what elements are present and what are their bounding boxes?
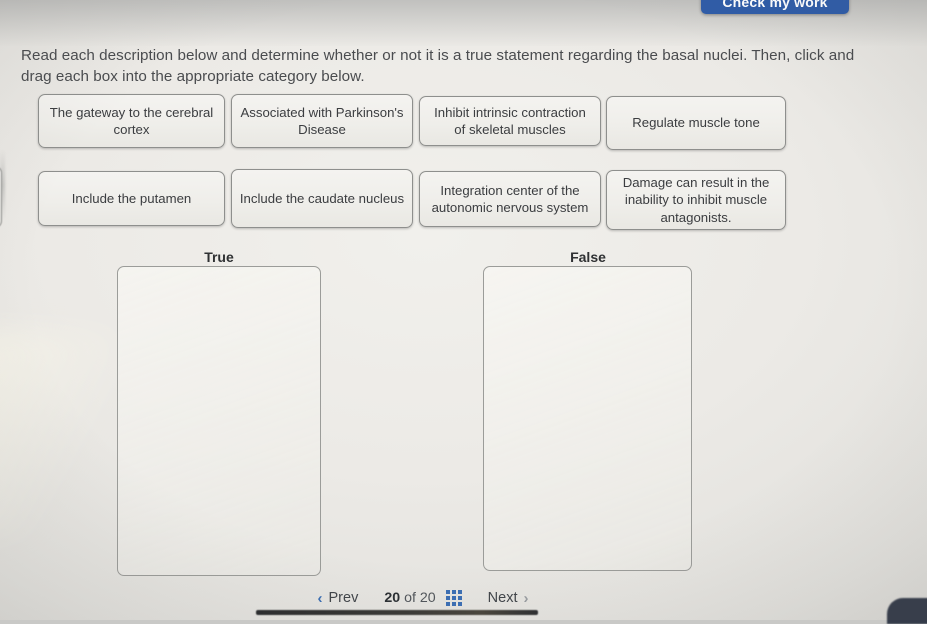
chevron-left-icon: ‹ [317,589,323,607]
next-button[interactable]: Next › [462,590,529,607]
of-label: of [404,590,416,606]
page-counter: 20 of 20 [384,590,445,606]
screen-glare-left [0,330,120,540]
drop-zone-true[interactable] [117,266,321,576]
grid-3x3-icon[interactable] [445,590,462,606]
draggable-tile-include-the-caudate-nucleus[interactable]: Include the caudate nucleus [231,169,413,228]
check-my-work-button[interactable]: Check my work [701,0,849,14]
draggable-tile-gateway-to-cerebral-cortex[interactable]: The gateway to the cerebral cortex [38,94,225,148]
instructions-text: Read each description below and determin… [21,47,855,85]
drop-zone-label-true: True [204,249,234,265]
drop-zone-false[interactable] [483,266,692,571]
grid-cell [451,590,456,594]
prev-button[interactable]: ‹ Prev [318,590,385,607]
chevron-right-icon: › [523,589,529,607]
device-corner [887,598,927,624]
device-bottom-bar [256,610,538,615]
draggable-tile-associated-with-parkinsons-disease[interactable]: Associated with Parkinson's Disease [231,94,413,148]
draggable-tile-damage-inhibit-muscle-antagonists[interactable]: Damage can result in the inability to in… [606,170,786,230]
draggable-tile-include-the-putamen[interactable]: Include the putamen [38,171,225,226]
quiz-screen: Check my work Read each description belo… [0,0,927,624]
current-page-number: 20 [384,590,401,606]
draggable-tile-regulate-muscle-tone[interactable]: Regulate muscle tone [606,96,786,150]
prev-label: Prev [328,590,359,606]
draggable-tile-offscreen[interactable] [0,166,2,228]
grid-cell [445,590,450,594]
pagination-nav: ‹ Prev 20 of 20 Next › [258,586,588,610]
grid-cell [451,602,456,606]
grid-cell [445,596,450,600]
next-label: Next [487,590,518,606]
grid-cell [445,602,450,606]
draggable-tile-inhibit-intrinsic-contraction[interactable]: Inhibit intrinsic contraction of skeleta… [419,96,601,146]
grid-cell [451,596,456,600]
total-page-number: 20 [419,590,436,606]
drop-zone-label-false: False [570,249,606,265]
draggable-tile-integration-center-ans[interactable]: Integration center of the autonomic nerv… [419,171,601,227]
